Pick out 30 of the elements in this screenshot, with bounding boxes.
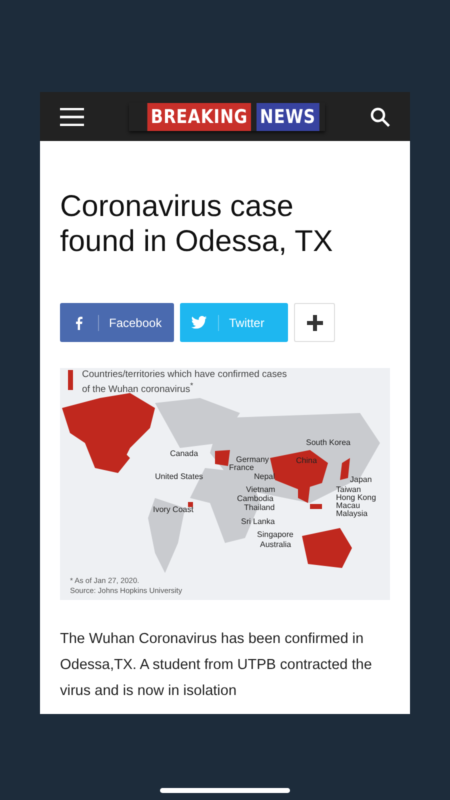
search-icon[interactable] xyxy=(370,106,390,126)
country-label: China xyxy=(296,456,317,465)
country-label: Nepal xyxy=(254,472,275,481)
menu-icon[interactable] xyxy=(60,108,84,126)
facebook-icon xyxy=(75,316,83,330)
country-label: Canada xyxy=(170,449,198,458)
country-label: Taiwan xyxy=(336,485,361,494)
map-title: Countries/territories which have confirmed cases of the Wuhan coronavirus$^{*}$ xyxy=(82,369,288,396)
country-label: Cambodia xyxy=(237,494,274,503)
country-label: United States xyxy=(155,472,204,481)
article-body: The Wuhan Coronavirus has been confirmed in Odessa,TX. A student from UTPB contracted the virus and is now in isolation xyxy=(60,630,373,701)
country-label: Australia xyxy=(260,540,292,549)
plus-icon xyxy=(306,314,322,330)
country-label: Vietnam xyxy=(246,485,276,494)
country-label: Sri Lanka xyxy=(241,517,275,526)
facebook-button[interactable]: Facebook xyxy=(60,303,174,342)
article-title: Coronavirus case found in Odessa, TX xyxy=(60,189,334,259)
bird-icon xyxy=(191,316,207,329)
legend-swatch xyxy=(68,370,73,390)
country-label: Singapore xyxy=(257,530,294,539)
country-label: France xyxy=(229,463,254,472)
country-label: Hong Kong xyxy=(336,493,376,502)
country-label: Germany xyxy=(236,455,269,464)
country-label: South Korea xyxy=(306,438,350,447)
country-label: Ivory Coast xyxy=(153,505,194,514)
country-label: Japan xyxy=(350,475,372,484)
country-label: Thailand xyxy=(244,503,275,512)
more-button[interactable] xyxy=(294,303,335,342)
country-label: Macau xyxy=(336,501,360,510)
country-label: Malaysia xyxy=(336,509,368,518)
